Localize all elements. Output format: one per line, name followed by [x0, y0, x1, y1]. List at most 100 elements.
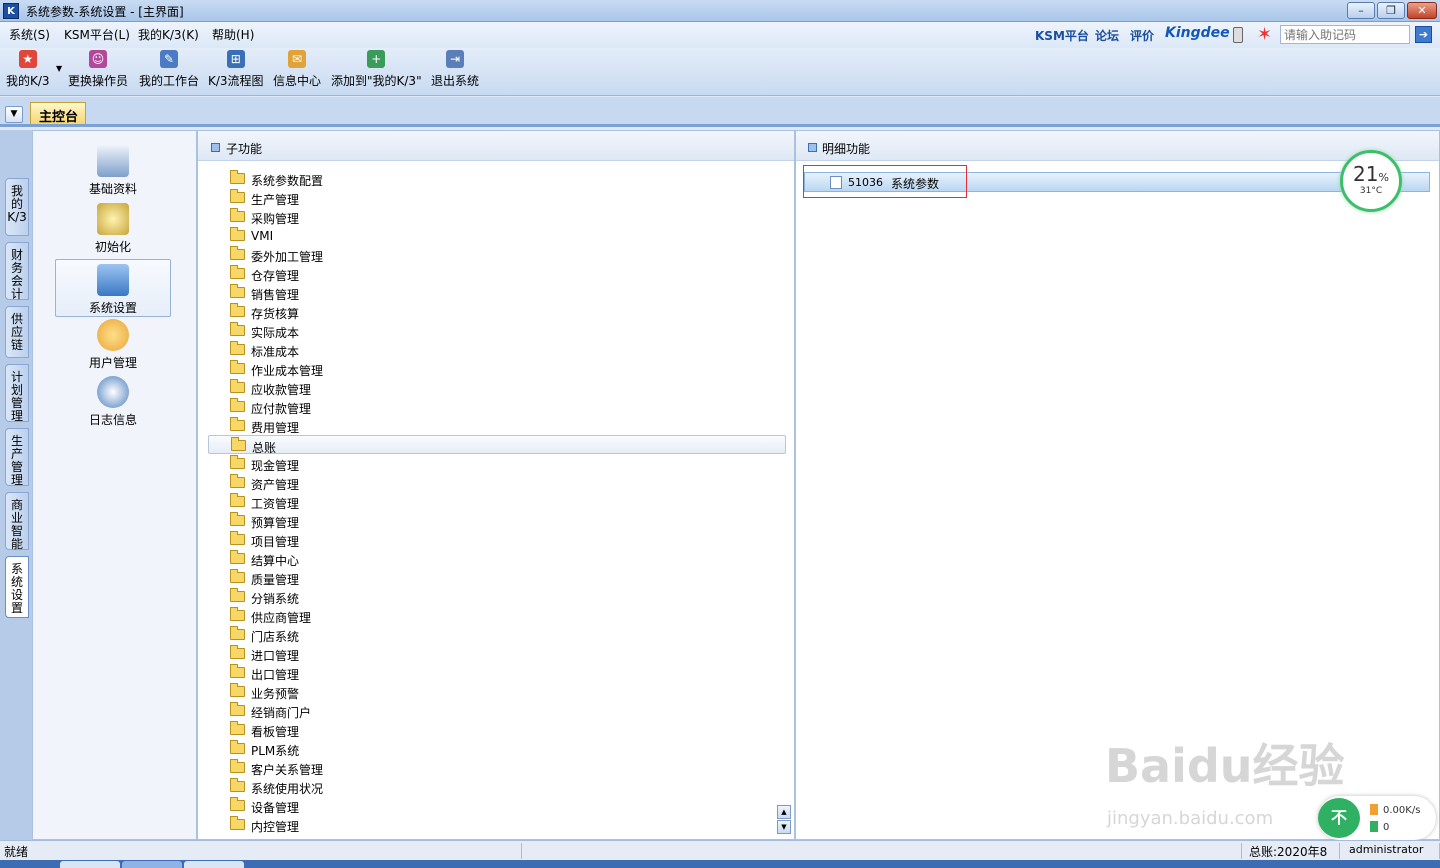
- tree-item[interactable]: 委外加工管理: [208, 245, 788, 264]
- tree-item[interactable]: 结算中心: [208, 549, 788, 568]
- tree-item[interactable]: 预算管理: [208, 511, 788, 530]
- toolbar-my-k3-button[interactable]: ★ 我的K/3: [6, 50, 50, 89]
- tree-item-label: 门店系统: [251, 630, 300, 644]
- tree-item[interactable]: 经销商门户: [208, 701, 788, 720]
- tree-item[interactable]: 质量管理: [208, 568, 788, 587]
- tree-item-label: 经销商门户: [251, 706, 312, 720]
- toolbar-message-center-button[interactable]: ✉ 信息中心: [273, 50, 321, 89]
- network-speed-widget[interactable]: 不 0.00K/s 0: [1318, 796, 1436, 840]
- tree-item-label: 系统参数配置: [251, 174, 324, 188]
- tree-item[interactable]: 进口管理: [208, 644, 788, 663]
- folder-icon: [230, 265, 245, 279]
- menu-my-k3[interactable]: 我的K/3(K): [138, 26, 199, 43]
- clock-icon: [97, 376, 129, 408]
- toolbar-add-favorite-button[interactable]: + 添加到"我的K/3": [331, 50, 422, 89]
- menu-system[interactable]: 系统(S): [9, 26, 50, 43]
- tree-item[interactable]: 销售管理: [208, 283, 788, 302]
- tree-item[interactable]: 总账: [208, 435, 786, 455]
- tree-item[interactable]: 实际成本: [208, 321, 788, 340]
- tree-item[interactable]: 工资管理: [208, 492, 788, 511]
- vtab-system-settings[interactable]: 系统设置: [5, 556, 29, 618]
- detail-function-header: 明细功能: [796, 131, 1439, 161]
- taskbar-button[interactable]: [60, 861, 120, 868]
- tree-item[interactable]: 应付款管理: [208, 397, 788, 416]
- vtab-supply-chain[interactable]: 供应链: [5, 306, 29, 358]
- tree-item[interactable]: 客户关系管理: [208, 758, 788, 777]
- vtab-production[interactable]: 生产管理: [5, 428, 29, 487]
- tree-item[interactable]: 作业成本管理: [208, 359, 788, 378]
- toolbar-switch-operator-button[interactable]: ☺ 更换操作员: [68, 50, 128, 89]
- cpu-usage-widget[interactable]: 21% 31°C: [1340, 150, 1402, 212]
- watermark: Baidu经验: [1105, 739, 1345, 793]
- vtab-finance[interactable]: 财务会计: [5, 242, 29, 301]
- tree-item-label: 销售管理: [251, 288, 300, 302]
- toolbar-flowchart-button[interactable]: ⊞ K/3流程图: [208, 50, 264, 89]
- link-ksm-platform[interactable]: KSM平台: [1035, 27, 1089, 44]
- tree-item-label: 预算管理: [251, 516, 300, 530]
- scroll-up-icon[interactable]: ▲: [777, 805, 791, 819]
- vtab-business-intelligence[interactable]: 商业智能: [5, 492, 29, 551]
- tree-item[interactable]: 应收款管理: [208, 378, 788, 397]
- go-icon[interactable]: ➔: [1415, 26, 1432, 43]
- tree-item[interactable]: 系统参数配置: [208, 169, 788, 188]
- tree-item[interactable]: 看板管理: [208, 720, 788, 739]
- tree-item-label: 现金管理: [251, 459, 300, 473]
- tree-item[interactable]: 出口管理: [208, 663, 788, 682]
- minimize-button[interactable]: –: [1347, 2, 1375, 19]
- tree-item-label: 供应商管理: [251, 611, 312, 625]
- tree-item[interactable]: 现金管理: [208, 454, 788, 473]
- colorful-star-icon[interactable]: ✶: [1257, 24, 1272, 45]
- user-icon: [97, 319, 129, 351]
- toolbar-exit-button[interactable]: ⇥ 退出系统: [431, 50, 479, 89]
- tree-scrollbar[interactable]: ▲ ▼: [777, 805, 791, 835]
- tree-item[interactable]: 系统使用状况: [208, 777, 788, 796]
- tree-item[interactable]: 费用管理: [208, 416, 788, 435]
- tree-item[interactable]: 门店系统: [208, 625, 788, 644]
- tab-main-console[interactable]: 主控台: [30, 102, 86, 125]
- link-review[interactable]: 评价: [1130, 27, 1154, 44]
- toolbar-workbench-button[interactable]: ✎ 我的工作台: [139, 50, 199, 89]
- scroll-down-icon[interactable]: ▼: [777, 820, 791, 834]
- status-empty: [522, 843, 1242, 859]
- tree-item[interactable]: 存货核算: [208, 302, 788, 321]
- tree-item[interactable]: 设备管理: [208, 796, 788, 815]
- taskbar-button[interactable]: [184, 861, 244, 868]
- tree-item[interactable]: 标准成本: [208, 340, 788, 359]
- folder-icon: [230, 170, 245, 184]
- tree-item[interactable]: 采购管理: [208, 207, 788, 226]
- menu-help[interactable]: 帮助(H): [212, 26, 254, 43]
- tree-item[interactable]: 资产管理: [208, 473, 788, 492]
- tree-item[interactable]: 项目管理: [208, 530, 788, 549]
- vtab-planning[interactable]: 计划管理: [5, 364, 29, 423]
- tree-item-label: 委外加工管理: [251, 250, 324, 264]
- tab-list-dropdown-icon[interactable]: ▼: [5, 106, 23, 123]
- tree-item[interactable]: 供应商管理: [208, 606, 788, 625]
- tree-item-label: 结算中心: [251, 554, 300, 568]
- my-k3-dropdown-icon[interactable]: ▼: [56, 64, 62, 73]
- bullet-icon: [211, 143, 220, 152]
- security-logo-icon: 不: [1318, 798, 1360, 838]
- nav-log-info[interactable]: 日志信息: [55, 376, 171, 434]
- nav-user-management[interactable]: 用户管理: [55, 319, 171, 377]
- tree-item[interactable]: 生产管理: [208, 188, 788, 207]
- tree-item[interactable]: 内控管理: [208, 815, 788, 834]
- detail-function-title: 明细功能: [822, 142, 871, 156]
- nav-initialization[interactable]: 初始化: [55, 203, 171, 261]
- mobile-icon[interactable]: [1233, 27, 1243, 43]
- taskbar-button[interactable]: [122, 861, 182, 868]
- tree-item[interactable]: 分销系统: [208, 587, 788, 606]
- tree-item[interactable]: PLM系统: [208, 739, 788, 758]
- tree-item[interactable]: 仓存管理: [208, 264, 788, 283]
- vtab-my-k3[interactable]: 我的K/3: [5, 178, 29, 236]
- tree-item[interactable]: VMI: [208, 226, 788, 245]
- mnemonic-code-input[interactable]: [1280, 25, 1410, 44]
- menu-ksm[interactable]: KSM平台(L): [64, 26, 130, 43]
- restore-button[interactable]: ❐: [1377, 2, 1405, 19]
- nav-label: 用户管理: [88, 356, 137, 370]
- close-button[interactable]: ✕: [1407, 2, 1437, 19]
- nav-basic-data[interactable]: 基础资料: [55, 145, 171, 203]
- nav-system-settings[interactable]: 系统设置: [55, 259, 171, 317]
- link-forum[interactable]: 论坛: [1095, 27, 1119, 44]
- toolbar-label: 退出系统: [431, 74, 480, 88]
- tree-item[interactable]: 业务预警: [208, 682, 788, 701]
